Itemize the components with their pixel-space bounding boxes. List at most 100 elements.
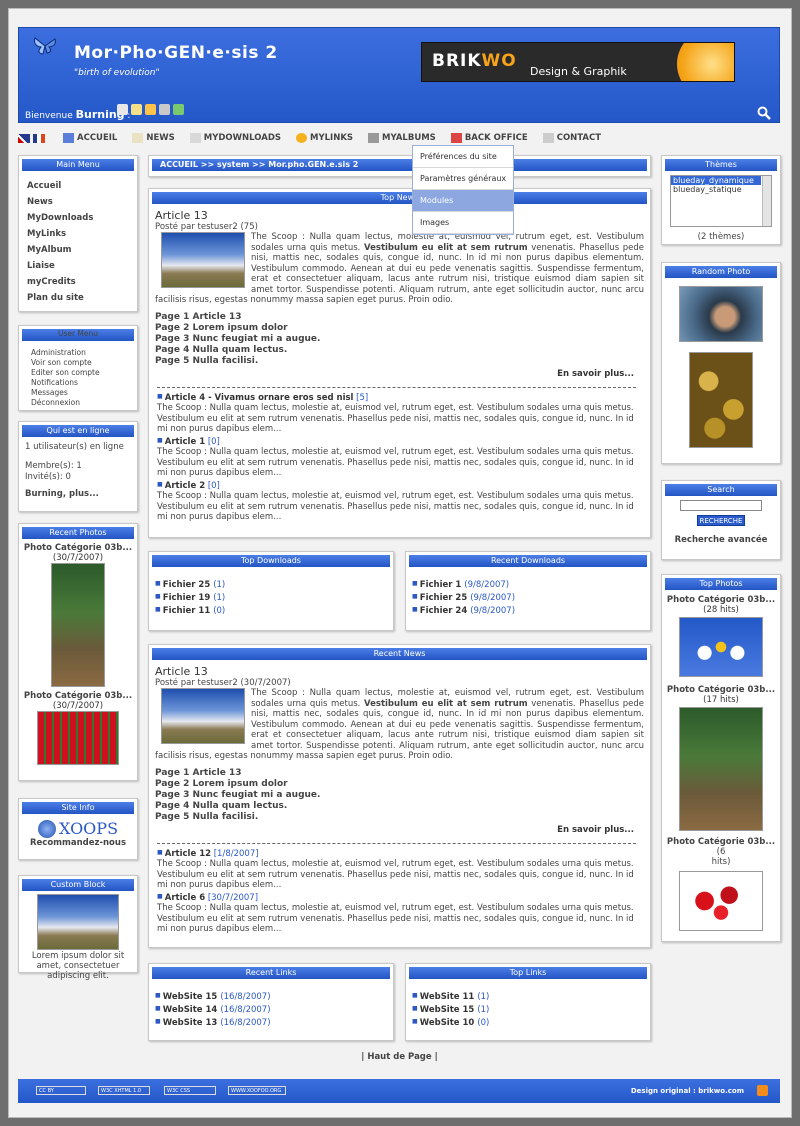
random-photo-coins[interactable] (689, 352, 753, 448)
recent-photo-tulips[interactable] (37, 711, 119, 765)
search-button[interactable]: RECHERCHE (697, 515, 745, 526)
uk-flag-icon[interactable] (18, 133, 30, 143)
menu-item-news[interactable]: News (19, 194, 137, 210)
site-title[interactable]: Mor·Pho·GEN·e·sis 2 (74, 43, 278, 63)
top-news-article-image[interactable] (161, 232, 245, 288)
recent-photo-caption-2[interactable]: Photo Catégorie 03b... (19, 691, 137, 701)
theme-select[interactable]: blueday_dynamique blueday_statique (670, 175, 772, 227)
dropdown-item-modules[interactable]: Modules (413, 190, 513, 212)
list-item[interactable]: WebSite 14 (16/8/2007) (155, 1003, 387, 1016)
nav-news[interactable]: NEWS (132, 133, 175, 143)
xhtml-badge[interactable]: W3C XHTML 1.0 (98, 1086, 150, 1095)
nav-accueil[interactable]: ACCUEIL (63, 133, 117, 143)
page-link-2[interactable]: Page 2 Lorem ipsum dolor (155, 323, 644, 334)
fr-flag-icon[interactable] (33, 133, 45, 143)
page-link-4[interactable]: Page 4 Nulla quam lectus. (155, 345, 644, 356)
dropdown-item-preferences[interactable]: Préférences du site (413, 146, 513, 168)
list-item[interactable]: Fichier 25 (9/8/2007) (412, 591, 644, 604)
user-menu-administration[interactable]: Administration (25, 348, 131, 358)
list-item[interactable]: Fichier 1 (9/8/2007) (412, 578, 644, 591)
list-item[interactable]: WebSite 10 (0) (412, 1016, 644, 1029)
random-photo-portrait[interactable] (679, 286, 763, 342)
top-photo-roses[interactable] (679, 871, 763, 931)
logout-icon[interactable] (173, 104, 184, 115)
user-menu-editer-compte[interactable]: Editer son compte (25, 368, 131, 378)
xoops-logo[interactable]: XOOPS (19, 819, 137, 838)
user-menu-messages[interactable]: Messages (25, 388, 131, 398)
top-photo-caption-1[interactable]: Photo Catégorie 03b... (662, 595, 780, 605)
list-item[interactable]: Fichier 19 (1) (155, 591, 387, 604)
advanced-search-link[interactable]: Recherche avancée (662, 535, 780, 545)
profile-icon[interactable] (117, 104, 128, 115)
nav-myalbums[interactable]: MYALBUMS (368, 133, 436, 143)
menu-item-myalbum[interactable]: MyAlbum (19, 242, 137, 258)
theme-scrollbar[interactable] (762, 176, 771, 226)
recent-news-article-image[interactable] (161, 688, 245, 744)
css-badge[interactable]: W3C CSS (164, 1086, 216, 1095)
news-item-title[interactable]: Article 12 (157, 849, 211, 859)
nav-contact[interactable]: CONTACT (542, 133, 601, 143)
list-item[interactable]: Fichier 11 (0) (155, 604, 387, 617)
page-link-1[interactable]: Page 1 Article 13 (155, 312, 644, 323)
messages-icon[interactable] (145, 104, 156, 115)
design-credit[interactable]: Design original : brikwo.com (631, 1087, 744, 1095)
menu-item-accueil[interactable]: Accueil (19, 178, 137, 194)
news-item-title[interactable]: Article 2 (157, 481, 205, 491)
back-to-top-link[interactable]: | Haut de Page | (148, 1052, 651, 1062)
top-downloads-title: Top Downloads (152, 555, 390, 567)
recent-news-read-more[interactable]: En savoir plus... (149, 823, 650, 837)
page-link-3[interactable]: Page 3 Nunc feugiat mi a augue. (155, 790, 644, 801)
recommend-link[interactable]: Recommandez-nous (19, 838, 137, 848)
menu-item-plan-du-site[interactable]: Plan du site (19, 290, 137, 306)
recent-photo-caption-1[interactable]: Photo Catégorie 03b... (19, 543, 137, 553)
list-item[interactable]: WebSite 15 (16/8/2007) (155, 990, 387, 1003)
online-more-link[interactable]: Burning, plus... (25, 489, 131, 500)
menu-item-mydownloads[interactable]: MyDownloads (19, 210, 137, 226)
cc-badge[interactable]: CC BY (36, 1086, 86, 1095)
theme-option-1[interactable]: blueday_dynamique (671, 176, 761, 185)
page-link-5[interactable]: Page 5 Nulla facilisi. (155, 812, 644, 823)
nav-mylinks[interactable]: MYLINKS (296, 133, 353, 143)
user-menu-voir-compte[interactable]: Voir son compte (25, 358, 131, 368)
page-link-4[interactable]: Page 4 Nulla quam lectus. (155, 801, 644, 812)
news-item-title[interactable]: Article 6 (157, 893, 205, 903)
breadcrumb[interactable]: ACCUEIL >> system >> Mor.pho.GEN.e.sis 2 (152, 159, 647, 171)
list-item[interactable]: WebSite 11 (1) (412, 990, 644, 1003)
top-photo-caption-3[interactable]: Photo Catégorie 03b... (6 hits) (662, 837, 780, 867)
top-photo-mushroom[interactable] (679, 707, 763, 831)
news-item-title[interactable]: Article 1 (157, 437, 205, 447)
nav-back-office[interactable]: BACK OFFICE (450, 133, 528, 143)
dropdown-item-parameters[interactable]: Paramètres généraux (413, 168, 513, 190)
menu-item-liaise[interactable]: Liaise (19, 258, 137, 274)
top-news-read-more[interactable]: En savoir plus... (149, 367, 650, 381)
list-item[interactable]: WebSite 15 (1) (412, 1003, 644, 1016)
recent-photo-mushroom[interactable] (51, 563, 105, 687)
page-link-1[interactable]: Page 1 Article 13 (155, 768, 644, 779)
page-link-2[interactable]: Page 2 Lorem ipsum dolor (155, 779, 644, 790)
top-photo-tulips[interactable] (679, 617, 763, 677)
user-menu-notifications[interactable]: Notifications (25, 378, 131, 388)
admin-icon[interactable] (159, 104, 170, 115)
butterfly-logo-icon[interactable] (33, 36, 57, 56)
search-input[interactable] (680, 500, 762, 511)
top-photo-caption-2[interactable]: Photo Catégorie 03b... (662, 685, 780, 695)
menu-item-mylinks[interactable]: MyLinks (19, 226, 137, 242)
news-item-title[interactable]: Article 4 - Vivamus ornare eros sed nisl (157, 393, 353, 403)
rss-icon[interactable] (757, 1085, 768, 1096)
dropdown-item-images[interactable]: Images (413, 212, 513, 234)
search-icon[interactable] (757, 106, 771, 120)
menu-item-mycredits[interactable]: myCredits (19, 274, 137, 290)
theme-option-2[interactable]: blueday_statique (671, 185, 771, 194)
page-link-3[interactable]: Page 3 Nunc feugiat mi a augue. (155, 334, 644, 345)
top-news-article-title[interactable]: Article 13 (149, 207, 650, 222)
brikwo-banner[interactable]: BRIKWO Design & Graphik (421, 42, 735, 82)
list-item[interactable]: Fichier 25 (1) (155, 578, 387, 591)
user-menu-deconnexion[interactable]: Déconnexion (25, 398, 131, 408)
recent-news-article-title[interactable]: Article 13 (149, 663, 650, 678)
edit-icon[interactable] (131, 104, 142, 115)
page-link-5[interactable]: Page 5 Nulla facilisi. (155, 356, 644, 367)
nav-mydownloads[interactable]: MYDOWNLOADS (189, 133, 281, 143)
list-item[interactable]: WebSite 13 (16/8/2007) (155, 1016, 387, 1029)
xoofoo-badge[interactable]: WWW.XOOFOO.ORG (228, 1086, 286, 1095)
list-item[interactable]: Fichier 24 (9/8/2007) (412, 604, 644, 617)
